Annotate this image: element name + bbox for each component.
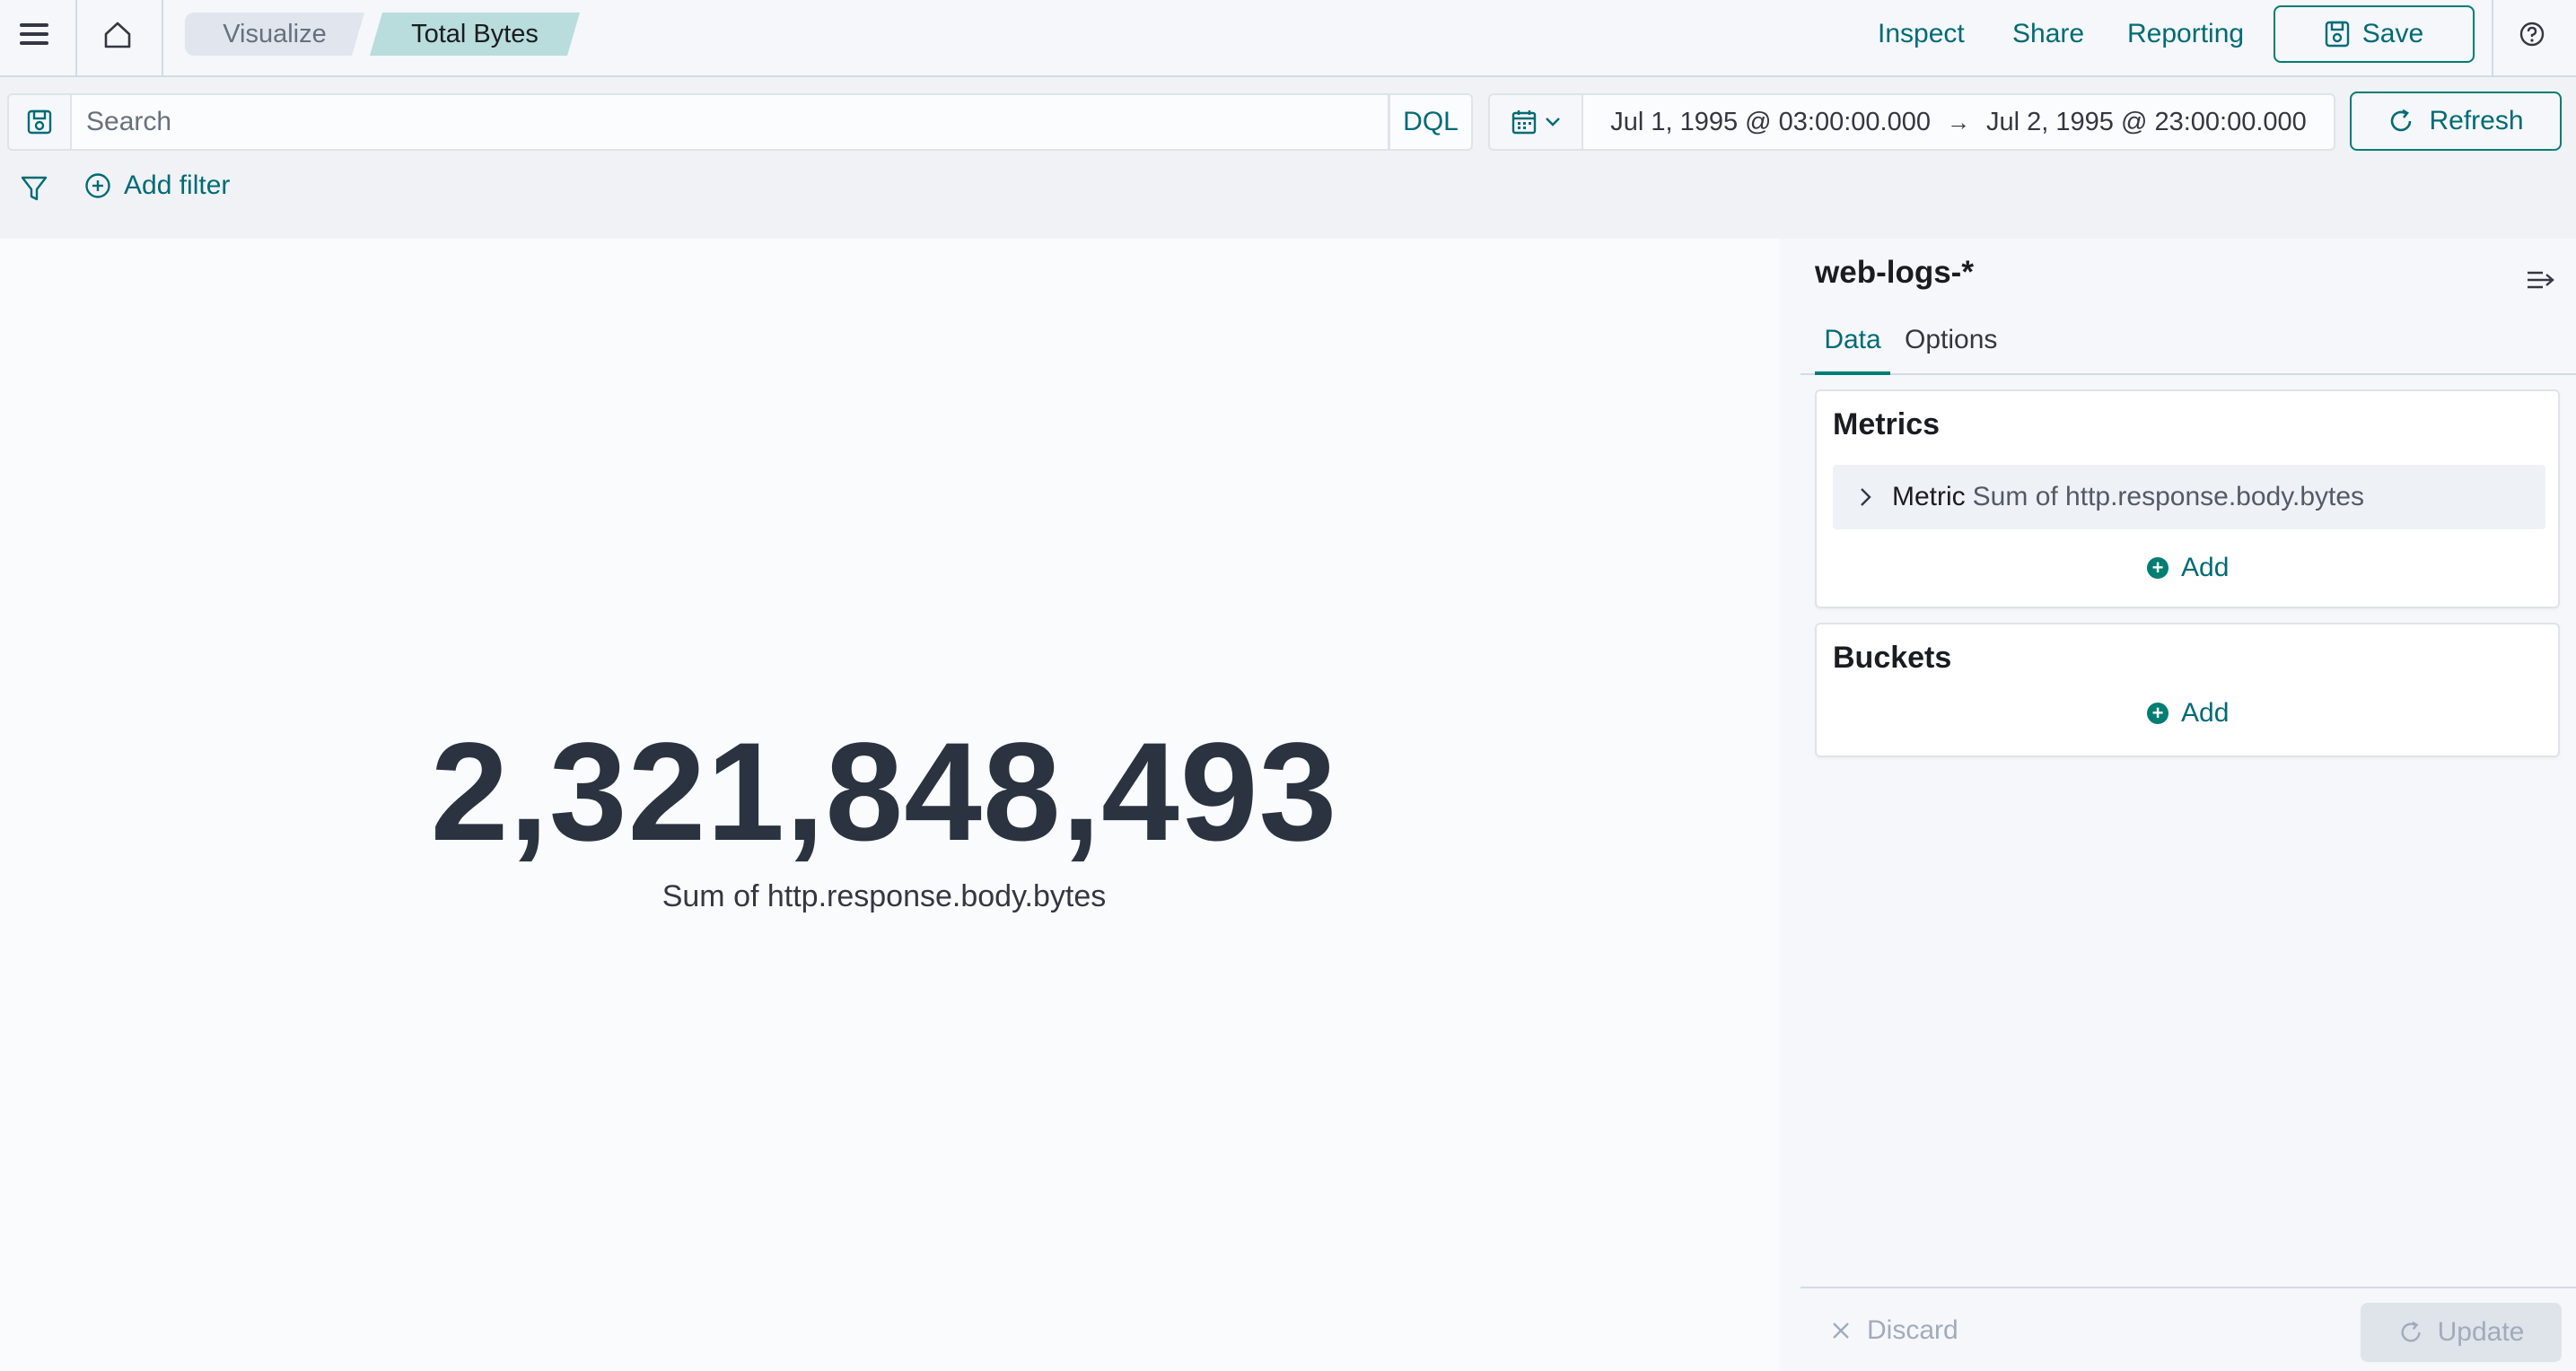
arrow-right-icon: →	[1947, 108, 1970, 135]
metric-label: Sum of http.response.body.bytes	[662, 879, 1107, 913]
query-language-button[interactable]: DQL	[1389, 93, 1473, 151]
add-bucket-label: Add	[2181, 698, 2230, 728]
update-button[interactable]: Update	[2361, 1303, 2562, 1362]
add-metric-label: Add	[2181, 553, 2230, 582]
calendar-icon	[1511, 110, 1537, 135]
header-divider	[162, 0, 163, 75]
refresh-icon	[2391, 109, 2412, 132]
plus-circle-icon	[85, 173, 110, 198]
breadcrumb-total-bytes: Total Bytes	[370, 13, 580, 56]
buckets-title: Buckets	[1833, 641, 1952, 675]
filter-icon[interactable]	[20, 174, 48, 203]
header-divider	[2492, 0, 2493, 75]
metric-aggregation-row[interactable]: Metric Sum of http.response.body.bytes	[1833, 465, 2545, 529]
tab-options[interactable]: Options	[1897, 325, 2004, 375]
collapse-sidebar-icon[interactable]	[2525, 266, 2557, 294]
share-link[interactable]: Share	[2012, 18, 2084, 50]
update-label: Update	[2437, 1317, 2525, 1347]
top-header: Visualize Total Bytes Inspect Share Repo…	[0, 0, 2576, 77]
inspect-link[interactable]: Inspect	[1878, 18, 1965, 50]
buckets-panel: Buckets + Add	[1815, 623, 2560, 757]
saved-query-icon	[27, 109, 52, 135]
add-filter-button[interactable]: Add filter	[84, 170, 230, 201]
metric-value: 2,321,848,493	[430, 714, 1338, 870]
plus-circle-icon: +	[2147, 557, 2169, 579]
index-pattern-title: web-logs-*	[1815, 255, 1974, 290]
refresh-button[interactable]: Refresh	[2350, 92, 2562, 151]
header-divider	[75, 0, 77, 75]
hamburger-menu-icon[interactable]	[18, 18, 50, 50]
home-icon[interactable]	[102, 20, 133, 50]
help-icon[interactable]	[2518, 20, 2546, 48]
aggregation-description: Sum of http.response.body.bytes	[1972, 482, 2365, 511]
plus-circle-icon: +	[2147, 703, 2169, 724]
add-metric-button[interactable]: + Add	[2147, 553, 2229, 583]
refresh-icon	[2401, 1321, 2421, 1342]
query-bar: DQL Jul 1, 1995 @ 03:00:00.000 → Jul 2, …	[0, 77, 2576, 239]
search-input[interactable]	[70, 93, 1389, 151]
close-icon	[1833, 1323, 1849, 1339]
save-icon	[2325, 21, 2349, 48]
metrics-title: Metrics	[1833, 407, 1941, 441]
quick-date-picker-button[interactable]	[1488, 93, 1583, 151]
save-button[interactable]: Save	[2274, 5, 2475, 63]
discard-button[interactable]: Discard	[1831, 1315, 1958, 1346]
visualization-canvas: 2,321,848,493 Sum of http.response.body.…	[0, 239, 1779, 1371]
saved-query-button[interactable]	[7, 93, 70, 151]
app-root: Visualize Total Bytes Inspect Share Repo…	[0, 0, 2576, 1371]
sidebar-tabs: Data Options	[1801, 314, 2576, 375]
date-end[interactable]: Jul 2, 1995 @ 23:00:00.000	[1986, 108, 2307, 137]
sidebar-footer: Discard Update	[1801, 1287, 2576, 1371]
add-bucket-button[interactable]: + Add	[2147, 698, 2229, 729]
tab-data[interactable]: Data	[1815, 325, 1890, 375]
save-button-label: Save	[2361, 19, 2424, 48]
chevron-right-icon	[1861, 488, 1871, 506]
metrics-panel: Metrics Metric Sum of http.response.body…	[1815, 389, 2560, 608]
date-range-picker: Jul 1, 1995 @ 03:00:00.000 → Jul 2, 1995…	[1582, 93, 2335, 151]
add-filter-label: Add filter	[124, 170, 231, 200]
aggregation-type: Metric	[1892, 482, 1966, 511]
chevron-down-icon	[1546, 118, 1560, 127]
refresh-button-label: Refresh	[2429, 106, 2524, 135]
discard-label: Discard	[1867, 1315, 1958, 1345]
date-start[interactable]: Jul 1, 1995 @ 03:00:00.000	[1610, 108, 1931, 137]
reporting-link[interactable]: Reporting	[2127, 18, 2244, 50]
breadcrumb-visualize[interactable]: Visualize	[185, 13, 364, 56]
